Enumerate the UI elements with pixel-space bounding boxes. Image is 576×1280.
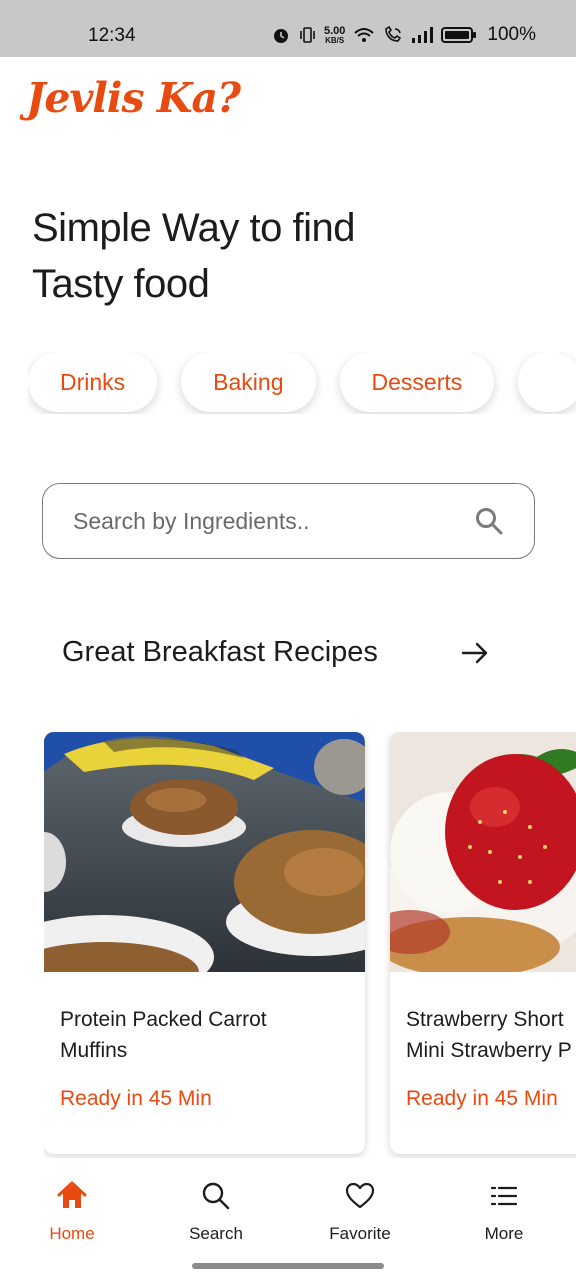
vibrate-icon (300, 27, 315, 43)
recipe-title: Protein Packed Carrot Muffins (60, 1004, 350, 1066)
nav-label-home: Home (49, 1224, 95, 1243)
recipe-carousel: Protein Packed Carrot Muffins Ready in 4… (44, 732, 576, 1158)
bottom-nav: Home Search Favorite More (0, 1160, 576, 1260)
nav-label-favorite: Favorite (329, 1224, 391, 1243)
net-speed-value: 5.00 (323, 24, 346, 37)
net-speed-unit: KB/S (325, 35, 345, 45)
signal-icon (412, 27, 434, 43)
recipe-card[interactable]: Protein Packed Carrot Muffins Ready in 4… (44, 732, 365, 1154)
nav-favorite[interactable]: Favorite (288, 1160, 432, 1260)
category-chip-desserts[interactable]: Desserts (339, 352, 495, 412)
recipe-title-line-2: Muffins (60, 1039, 128, 1062)
category-chip-drinks[interactable]: Drinks (28, 352, 158, 412)
wifi-icon (354, 28, 375, 42)
heart-icon (345, 1182, 375, 1209)
section-title: Great Breakfast Recipes (62, 636, 378, 668)
category-chip-baking[interactable]: Baking (181, 352, 316, 412)
headline-line-1: Simple Way to find (32, 206, 355, 250)
search-icon (202, 1182, 230, 1210)
status-time: 12:34 (88, 25, 136, 46)
nav-more[interactable]: More (432, 1160, 576, 1260)
home-icon (57, 1181, 87, 1208)
category-chips: Drinks Baking Desserts (28, 352, 576, 414)
recipe-title-line-1: Strawberry Short (406, 1008, 564, 1031)
recipe-title: Strawberry Short Mini Strawberry P (406, 1004, 576, 1066)
nav-home[interactable]: Home (0, 1160, 144, 1260)
wifi-call-icon (385, 26, 402, 42)
net-speed: 5.00 KB/S (323, 24, 346, 45)
recipe-title-line-2: Mini Strawberry P (406, 1039, 572, 1062)
nav-label-more: More (484, 1224, 524, 1243)
arrow-right-icon[interactable] (460, 638, 490, 668)
headline-line-2: Tasty food (32, 262, 210, 306)
recipe-title-line-1: Protein Packed Carrot (60, 1008, 267, 1031)
status-icons: 5.00 KB/S 100% (272, 24, 536, 46)
battery-percent: 100% (487, 24, 536, 45)
battery-icon (441, 27, 477, 43)
category-chip-partial[interactable] (518, 352, 576, 412)
search-box (42, 483, 535, 559)
recipe-card[interactable]: Strawberry Short Mini Strawberry P Ready… (390, 732, 576, 1154)
recipe-time: Ready in 45 Min (406, 1087, 558, 1110)
headline: Simple Way to find Tasty food (32, 200, 452, 312)
recipe-time: Ready in 45 Min (60, 1087, 212, 1110)
search-input[interactable] (73, 507, 474, 535)
status-bar: 12:34 5.00 KB/S 100% (0, 0, 576, 57)
app-logo: Jevlis Ka? (26, 74, 241, 122)
search-icon[interactable] (474, 506, 504, 536)
home-indicator[interactable] (192, 1263, 384, 1269)
menu-icon (490, 1186, 518, 1206)
alarm-icon (273, 29, 288, 43)
recipe-image-muffins (44, 732, 365, 972)
recipe-image-strawberry (390, 732, 576, 972)
nav-label-search: Search (189, 1224, 243, 1243)
nav-search[interactable]: Search (144, 1160, 288, 1260)
